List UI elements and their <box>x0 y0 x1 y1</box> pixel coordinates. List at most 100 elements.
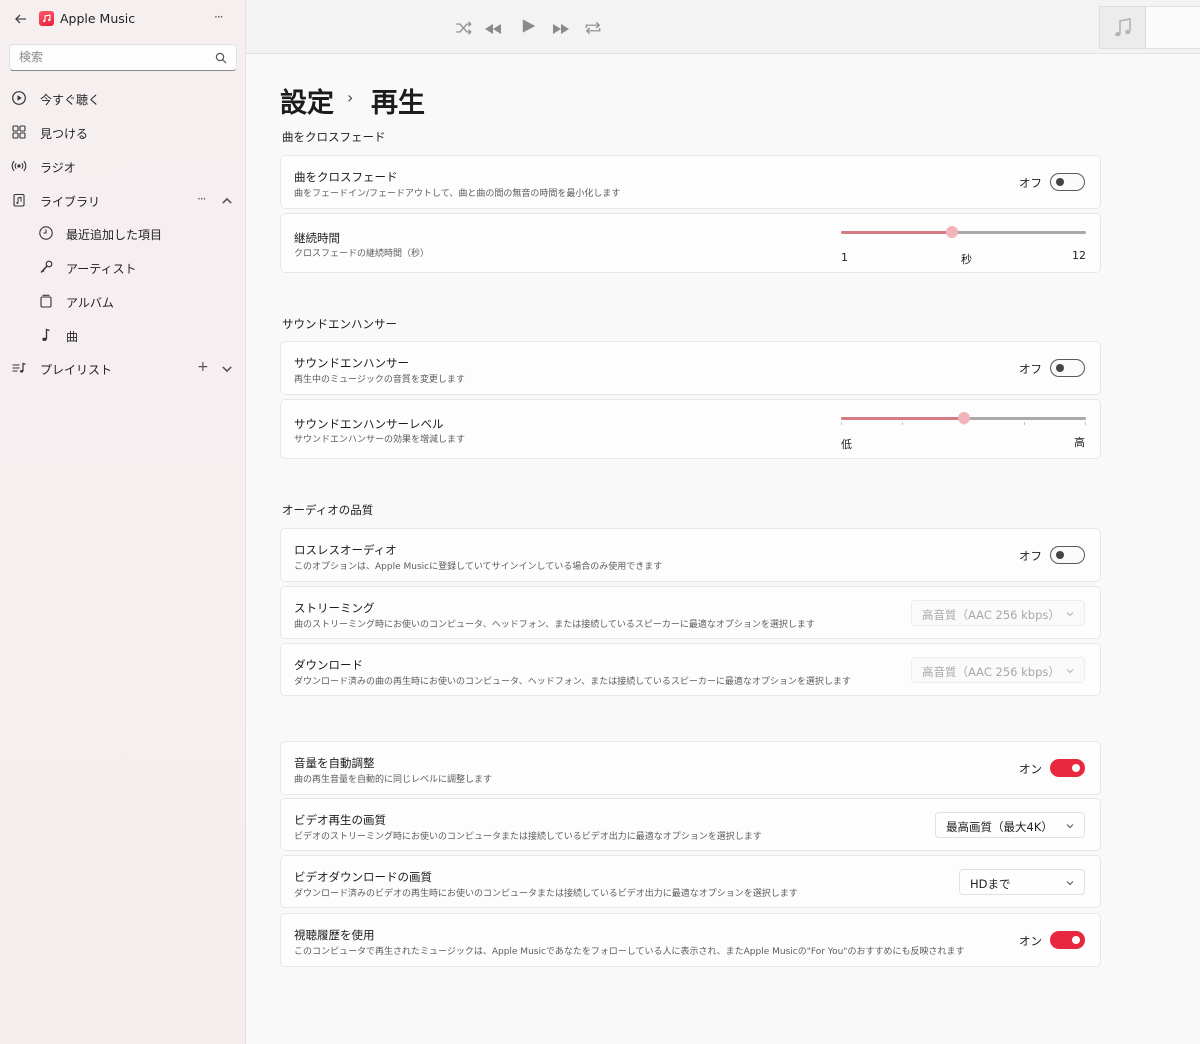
page-title: 再生 <box>371 88 425 119</box>
crossfade-toggle[interactable] <box>1050 173 1085 191</box>
setting-title: サウンドエンハンサー <box>294 356 409 370</box>
sidebar-item-listen-now[interactable]: 今すぐ聴く <box>0 83 246 113</box>
sidebar-item-recently-added[interactable]: 最近追加した項目 <box>0 218 246 248</box>
playback-bar <box>246 0 1200 54</box>
video-download-quality-dropdown[interactable]: HDまで <box>959 869 1085 895</box>
section-heading-sound-enhancer: サウンドエンハンサー <box>282 317 397 331</box>
sidebar-item-label: ライブラリ <box>40 195 101 209</box>
more-options-button[interactable]: ··· <box>214 10 224 24</box>
chevron-down-icon <box>1066 824 1074 829</box>
setting-title: 曲をクロスフェード <box>294 170 398 184</box>
setting-download-quality: ダウンロード ダウンロード済みの曲の再生時にお使いのコンピュータ、ヘッドフォン、… <box>280 643 1101 696</box>
play-circle-icon <box>12 91 26 105</box>
add-playlist-button[interactable]: + <box>197 359 211 375</box>
sidebar-item-browse[interactable]: 見つける <box>0 117 246 147</box>
sidebar-item-radio[interactable]: ラジオ <box>0 151 246 181</box>
next-icon[interactable] <box>552 21 570 37</box>
chevron-down-icon[interactable] <box>220 362 234 376</box>
title-bar: Apple Music ··· <box>0 0 246 38</box>
slider-tick <box>1024 422 1025 425</box>
toggle-state-label: オフ <box>1019 176 1042 190</box>
setting-description: 曲の再生音量を自動的に同じレベルに調整します <box>294 775 493 785</box>
sidebar-item-label: ラジオ <box>40 161 76 175</box>
sidebar-item-artists[interactable]: アーティスト <box>0 252 246 282</box>
setting-title: 音量を自動調整 <box>294 756 375 770</box>
repeat-icon[interactable] <box>584 20 602 36</box>
settings-content: 設定 › 再生 曲をクロスフェード 曲をクロスフェード 曲をフェードイン/フェー… <box>246 55 1200 1044</box>
setting-title: サウンドエンハンサーレベル <box>294 417 444 431</box>
sound-enhancer-level-slider[interactable] <box>841 410 1086 426</box>
sound-enhancer-toggle[interactable] <box>1050 359 1085 377</box>
setting-description: 再生中のミュージックの音質を変更します <box>294 375 465 385</box>
setting-streaming-quality: ストリーミング 曲のストリーミング時にお使いのコンピュータ、ヘッドフォン、または… <box>280 586 1101 639</box>
toggle-state-label: オフ <box>1019 362 1042 376</box>
slider-max-label: 12 <box>1072 249 1086 262</box>
setting-title: 継続時間 <box>294 231 340 245</box>
chevron-down-icon <box>1066 612 1074 617</box>
slider-thumb[interactable] <box>958 412 970 424</box>
setting-title: ストリーミング <box>294 601 375 615</box>
search-box[interactable] <box>9 44 237 71</box>
setting-description: ダウンロード済みの曲の再生時にお使いのコンピュータ、ヘッドフォン、または接続して… <box>294 677 851 687</box>
setting-video-download-quality: ビデオダウンロードの画質 ダウンロード済みのビデオの再生時にお使いのコンピュータ… <box>280 855 1101 908</box>
sidebar-item-label: 今すぐ聴く <box>40 93 101 107</box>
toggle-state-label: オン <box>1019 934 1042 948</box>
setting-title: ダウンロード <box>294 658 363 672</box>
dropdown-value: 高音質（AAC 256 kbps） <box>922 665 1060 679</box>
arrow-left-icon <box>15 14 26 24</box>
listening-history-toggle[interactable] <box>1050 931 1085 949</box>
now-playing-panel <box>1146 6 1200 49</box>
slider-tick <box>902 422 903 425</box>
setting-description: このコンピュータで再生されたミュージックは、Apple Musicであなたをフォ… <box>294 947 965 957</box>
slider-unit-label: 秒 <box>961 253 972 266</box>
setting-description: このオプションは、Apple Musicに登録していてサインインしている場合のみ… <box>294 562 663 572</box>
dropdown-value: 最高画質（最大4K） <box>946 820 1053 834</box>
toggle-knob <box>1072 764 1080 772</box>
toggle-state-label: オフ <box>1019 549 1042 563</box>
toggle-knob <box>1056 364 1064 372</box>
sidebar-item-playlists[interactable]: プレイリスト + <box>0 353 246 383</box>
shuffle-icon[interactable] <box>455 20 473 36</box>
toggle-knob <box>1056 178 1064 186</box>
setting-title: 視聴履歴を使用 <box>294 928 375 942</box>
dropdown-value: 高音質（AAC 256 kbps） <box>922 608 1060 622</box>
chevron-up-icon[interactable] <box>220 194 234 208</box>
play-icon[interactable] <box>520 18 538 34</box>
streaming-quality-dropdown[interactable]: 高音質（AAC 256 kbps） <box>911 600 1085 626</box>
setting-description: 曲をフェードイン/フェードアウトして、曲と曲の間の無音の時間を最小化します <box>294 189 621 199</box>
previous-icon[interactable] <box>484 21 502 37</box>
section-heading-crossfade: 曲をクロスフェード <box>282 130 386 144</box>
setting-title: ビデオ再生の画質 <box>294 813 386 827</box>
breadcrumb-settings[interactable]: 設定 <box>280 81 334 120</box>
dropdown-value: HDまで <box>970 877 1011 891</box>
setting-crossfade: 曲をクロスフェード 曲をフェードイン/フェードアウトして、曲と曲の間の無音の時間… <box>280 155 1101 209</box>
setting-sound-enhancer: サウンドエンハンサー 再生中のミュージックの音質を変更します オフ <box>280 341 1101 395</box>
chevron-down-icon <box>1066 881 1074 886</box>
sidebar-item-label: プレイリスト <box>40 363 113 377</box>
sidebar-item-albums[interactable]: アルバム <box>0 286 246 316</box>
sidebar-item-label: アルバム <box>66 296 114 310</box>
slider-thumb[interactable] <box>946 226 958 238</box>
back-button[interactable] <box>11 9 31 29</box>
toggle-knob <box>1056 551 1064 559</box>
lossless-audio-toggle[interactable] <box>1050 546 1085 564</box>
library-more-button[interactable]: ··· <box>197 192 211 206</box>
album-icon <box>40 294 52 308</box>
sound-check-toggle[interactable] <box>1050 759 1085 777</box>
search-input[interactable] <box>19 50 209 64</box>
setting-description: サウンドエンハンサーの効果を増減します <box>294 435 466 445</box>
setting-description: ビデオのストリーミング時にお使いのコンピュータまたは接続しているビデオ出力に最適… <box>294 832 762 842</box>
music-note-icon <box>1115 18 1131 37</box>
sidebar-item-songs[interactable]: 曲 <box>0 320 246 350</box>
slider-tick <box>1085 422 1086 425</box>
crossfade-duration-slider[interactable] <box>841 224 1086 240</box>
sidebar-item-library[interactable]: ライブラリ ··· <box>0 185 246 215</box>
video-playback-quality-dropdown[interactable]: 最高画質（最大4K） <box>935 812 1085 838</box>
setting-lossless-audio: ロスレスオーディオ このオプションは、Apple Musicに登録していてサイン… <box>280 528 1101 582</box>
search-icon[interactable] <box>215 52 227 64</box>
grid-icon <box>12 125 26 139</box>
setting-crossfade-duration: 継続時間 クロスフェードの継続時間（秒） 1 秒 12 <box>280 213 1101 273</box>
toggle-state-label: オン <box>1019 762 1042 776</box>
download-quality-dropdown[interactable]: 高音質（AAC 256 kbps） <box>911 657 1085 683</box>
chevron-down-icon <box>1066 669 1074 674</box>
